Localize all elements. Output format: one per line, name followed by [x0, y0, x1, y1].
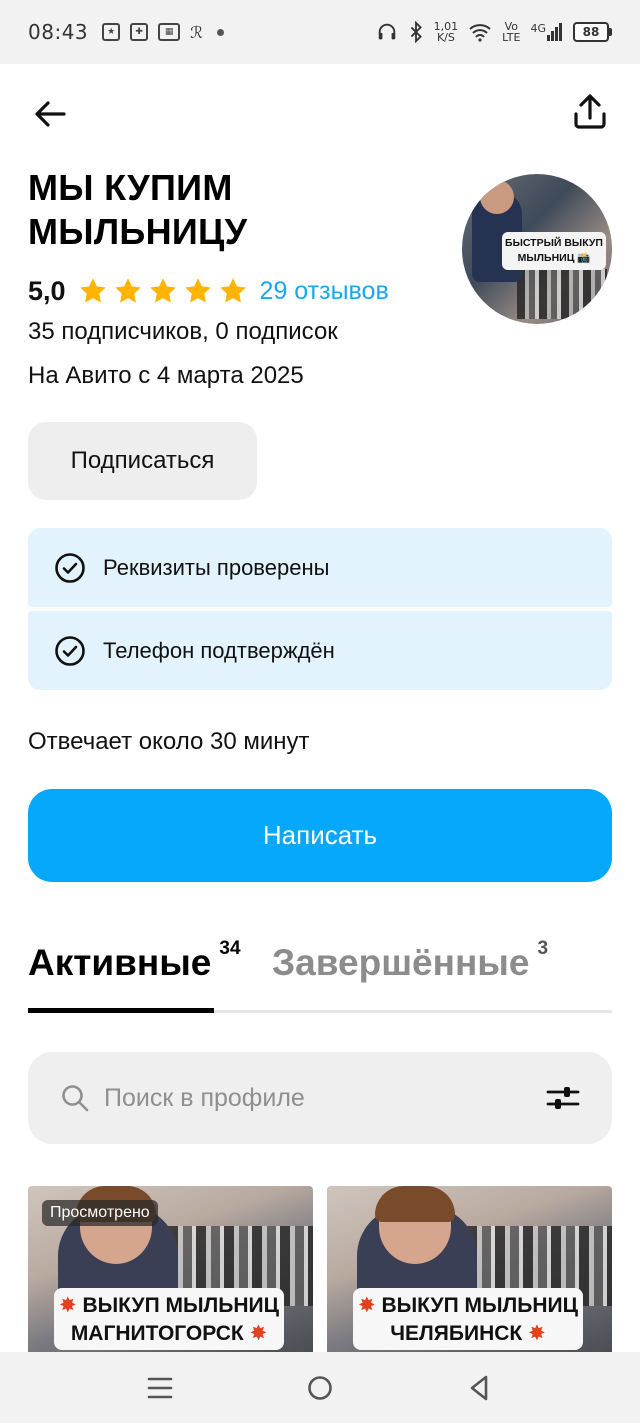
- tab-active[interactable]: Активные 34: [28, 936, 241, 990]
- subscribe-button[interactable]: Подписаться: [28, 422, 257, 500]
- avatar-cameras: [517, 269, 607, 319]
- search-bar[interactable]: [28, 1052, 612, 1144]
- member-since-text: На Авито с 4 марта 2025: [28, 362, 304, 389]
- listing-caption-line2: ЧЕЛЯБИНСК: [390, 1322, 523, 1345]
- avatar-head: [480, 180, 514, 214]
- battery-icon: 88: [573, 22, 612, 42]
- more-notifications-dot: [216, 28, 224, 36]
- response-time-text: Отвечает около 30 минут: [28, 728, 310, 755]
- search-input[interactable]: [104, 1083, 504, 1113]
- avatar[interactable]: БЫСТРЫЙ ВЫКУП МЫЛЬНИЦ 📸: [462, 174, 612, 324]
- listing-card[interactable]: ✸ ВЫКУП МЫЛЬНИЦ ЧЕЛЯБИНСК ✸: [327, 1186, 612, 1352]
- tab-completed[interactable]: Завершённые 3: [272, 936, 548, 990]
- notification-icons: ★ ✚ ▦ ℛ: [102, 23, 224, 42]
- signal-icon: [547, 23, 562, 41]
- listing-photo-hair: [375, 1186, 455, 1222]
- volte-bottom: LTE: [502, 31, 521, 44]
- headphones-icon: [378, 23, 395, 40]
- viewed-badge: Просмотрено: [42, 1200, 158, 1226]
- reviews-link[interactable]: 29 отзывов: [260, 277, 389, 306]
- write-message-button[interactable]: Написать: [28, 789, 612, 882]
- star-icon: [149, 278, 176, 303]
- recent-apps-icon[interactable]: [146, 1374, 174, 1402]
- system-status-icons: 1,01 K/S Vo LTE 4G 88: [376, 21, 612, 43]
- wifi-icon: [469, 24, 491, 42]
- star-icon: [79, 278, 106, 303]
- listing-caption-line1: ВЫКУП МЫЛЬНИЦ: [381, 1294, 578, 1317]
- tab-label: Активные: [28, 942, 212, 983]
- burst-icon: ✸: [358, 1294, 376, 1317]
- check-circle-icon: [55, 635, 85, 666]
- verification-phone[interactable]: Телефон подтверждён: [28, 611, 612, 690]
- profile-name: МЫ КУПИМ МЫЛЬНИЦУ: [28, 167, 248, 252]
- tab-label: Завершённые: [272, 942, 530, 983]
- net-speed-unit: K/S: [436, 31, 455, 44]
- burst-icon: ✸: [249, 1322, 268, 1345]
- status-bar: 08:43 ★ ✚ ▦ ℛ 1,01 K/S Vo LTE 4G 88: [0, 0, 640, 64]
- tracker-notification-icon: ℛ: [190, 22, 203, 42]
- rating-row: 5,0 29 отзывов: [28, 272, 389, 310]
- bluetooth-icon: [410, 21, 422, 43]
- avatar-caption: БЫСТРЫЙ ВЫКУП МЫЛЬНИЦ 📸: [502, 232, 606, 270]
- tab-count: 3: [537, 938, 549, 959]
- burst-icon: ✸: [528, 1322, 546, 1345]
- check-circle-icon: [55, 552, 85, 583]
- top-bar: [0, 64, 640, 164]
- burst-icon: ✸: [59, 1294, 77, 1317]
- network-speed: 1,01 K/S: [434, 21, 459, 43]
- app-notification-icon: ★: [102, 23, 121, 41]
- network-type: 4G: [530, 22, 546, 35]
- tab-indicator: [28, 1008, 214, 1013]
- listing-caption-line1: ВЫКУП МЫЛЬНИЦ: [82, 1294, 279, 1317]
- share-icon[interactable]: [570, 92, 610, 132]
- subscribers-text[interactable]: 35 подписчиков, 0 подписок: [28, 318, 338, 346]
- system-navigation-bar: [0, 1352, 640, 1423]
- listing-caption: ✸ ВЫКУП МЫЛЬНИЦ МАГНИТОГОРСК ✸: [54, 1288, 284, 1350]
- rating-value: 5,0: [28, 275, 66, 306]
- rating-stars: [78, 276, 248, 306]
- listings-grid: Просмотрено ✸ ВЫКУП МЫЛЬНИЦ МАГНИТОГОРСК…: [28, 1186, 612, 1352]
- verification-label: Телефон подтверждён: [103, 637, 335, 663]
- gift-notification-icon: ✚: [130, 23, 149, 41]
- back-arrow-icon[interactable]: [30, 94, 70, 134]
- listing-card[interactable]: Просмотрено ✸ ВЫКУП МЫЛЬНИЦ МАГНИТОГОРСК…: [28, 1186, 313, 1352]
- star-icon: [219, 278, 246, 303]
- listing-tabs: Активные 34 Завершённые 3: [28, 936, 612, 1014]
- star-icon: [114, 278, 141, 303]
- listing-caption: ✸ ВЫКУП МЫЛЬНИЦ ЧЕЛЯБИНСК ✸: [353, 1288, 583, 1350]
- status-time: 08:43: [28, 20, 89, 44]
- filter-settings-icon[interactable]: [546, 1082, 580, 1114]
- verification-requisites[interactable]: Реквизиты проверены: [28, 528, 612, 607]
- battery-level: 88: [582, 25, 600, 39]
- calendar-notification-icon: ▦: [158, 23, 181, 41]
- home-icon[interactable]: [306, 1374, 334, 1402]
- search-icon: [62, 1085, 89, 1112]
- volte-indicator: Vo LTE: [502, 21, 520, 43]
- signal-indicator: 4G: [530, 23, 563, 41]
- nav-back-icon[interactable]: [466, 1374, 494, 1402]
- verification-label: Реквизиты проверены: [103, 554, 330, 580]
- star-icon: [184, 278, 211, 303]
- listing-caption-line2: МАГНИТОГОРСК: [70, 1322, 244, 1345]
- tab-count: 34: [219, 938, 241, 959]
